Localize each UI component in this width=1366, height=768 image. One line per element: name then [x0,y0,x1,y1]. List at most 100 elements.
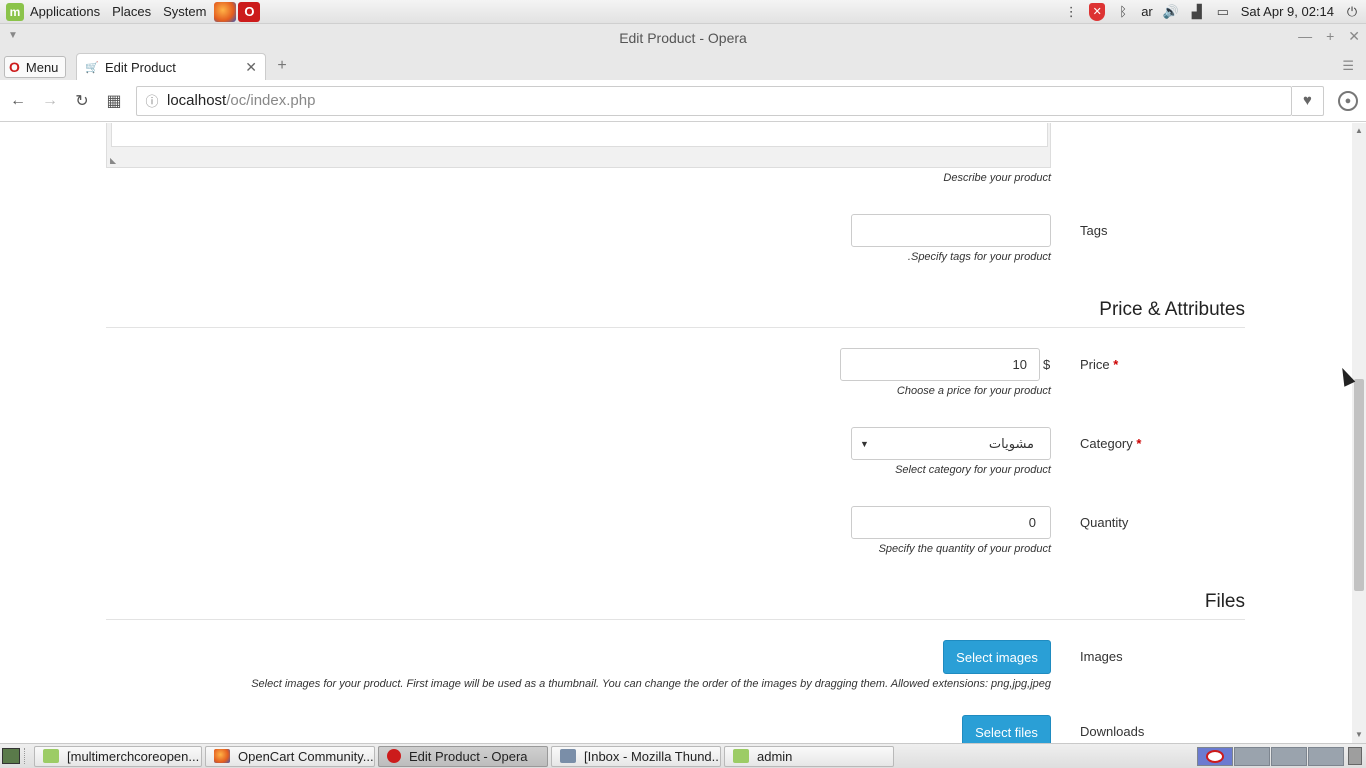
folder-icon [733,749,749,763]
firefox-launcher-icon[interactable] [214,1,237,22]
tab-edit-product[interactable]: 🛒 Edit Product ✕ [76,53,266,80]
scroll-up-icon[interactable]: ▲ [1355,126,1363,135]
task-folder-multimerch[interactable]: [multimerchcoreopen... [34,745,202,767]
power-icon[interactable]: ⏻ [1344,4,1360,20]
keyboard-layout-indicator[interactable]: ar [1141,4,1153,19]
bookmark-heart-icon[interactable]: ♥ [1292,85,1324,116]
bluetooth-icon[interactable]: ᛒ [1115,4,1131,20]
forward-icon[interactable]: → [36,87,64,115]
workspace-4[interactable] [1308,746,1344,766]
security-shield-icon[interactable]: ✕ [1089,2,1106,21]
tab-title: Edit Product [105,59,176,75]
window-title: Edit Product - Opera [619,30,747,46]
price-input[interactable]: 10 [840,348,1040,381]
task-label: [multimerchcoreopen... [67,748,200,764]
description-textarea[interactable] [111,123,1048,147]
chevron-down-icon: ▼ [860,438,869,449]
taskbar: [multimerchcoreopen... OpenCart Communit… [0,743,1366,768]
quantity-help: Specify the quantity of your product [878,543,1051,555]
address-bar[interactable]: ⓘ localhost/oc/index.php [136,85,1292,116]
opera-menu-label: Menu [25,59,59,75]
section-divider [106,327,1245,328]
task-folder-admin[interactable]: admin [724,745,894,767]
task-label: Edit Product - Opera [409,748,528,764]
workspace-3[interactable] [1271,746,1307,766]
opera-logo-icon: O [9,59,20,75]
price-attributes-section-title: Price & Attributes [1099,299,1245,320]
workspace-switcher[interactable] [1196,746,1344,766]
tray-handle-icon: ⋮ [1064,3,1078,19]
trash-icon[interactable] [1348,747,1362,765]
files-section-title: Files [1204,591,1245,612]
speed-dial-grid-icon[interactable]: ▦ [100,87,128,115]
maximize-icon[interactable]: + [1326,28,1334,45]
section-divider [106,619,1245,620]
reload-icon[interactable]: ↻ [68,87,96,115]
category-selected-value: مشويات [988,435,1034,451]
price-help: Choose a price for your product [896,385,1051,397]
images-label: Images [1080,649,1123,664]
site-info-icon[interactable]: ⓘ [137,91,167,110]
currency-symbol: $ [1043,357,1051,372]
close-window-icon[interactable]: ✕ [1348,28,1360,45]
tags-input[interactable] [851,214,1051,247]
minimize-icon[interactable]: — [1298,28,1312,45]
resize-grip-icon[interactable]: ◣ [110,156,116,165]
images-help: Select images for your product. First im… [251,678,1051,690]
browser-toolbar: ← → ↻ ▦ ⓘ localhost/oc/index.php ♥ ● [0,80,1366,122]
back-icon[interactable]: ← [4,87,32,115]
tab-menu-icon[interactable]: ☰ [1342,58,1354,74]
quantity-input[interactable]: 0 [851,506,1051,539]
select-images-button[interactable]: Select images [943,640,1051,674]
price-label: Price * [1080,357,1118,372]
tags-help: .Specify tags for your product [907,251,1051,263]
window-titlebar: ▼ Edit Product - Opera — + ✕ [0,24,1366,52]
scroll-thumb[interactable] [1354,379,1364,591]
url-host: localhost [167,92,227,109]
show-desktop-icon[interactable] [2,748,20,764]
cart-favicon-icon: 🛒 [85,62,99,74]
opera-menu-button[interactable]: O Menu [4,56,66,78]
folder-icon [43,749,59,763]
close-tab-icon[interactable]: ✕ [245,59,257,76]
downloads-label: Downloads [1080,724,1145,739]
workspace-2[interactable] [1234,746,1270,766]
category-select[interactable]: ▼ مشويات [851,427,1051,460]
tab-strip: O Menu 🛒 Edit Product ✕ + ☰ [0,52,1366,80]
taskbar-separator [24,748,30,764]
category-label-text: Category [1080,436,1133,451]
mint-logo-icon: m [6,2,24,21]
places-menu[interactable]: Places [106,0,157,24]
volume-icon[interactable]: 🔊 [1163,4,1179,20]
workspace-1[interactable] [1197,746,1233,766]
page-content: ◣ Describe your product Tags .Specify ta… [0,123,1352,743]
system-tray: ⋮ ✕ ᛒ ar 🔊 ▟ ▭ Sat Apr 9, 02:14 ⏻ [1063,0,1366,24]
clock[interactable]: Sat Apr 9, 02:14 [1241,4,1334,19]
page-scrollbar[interactable]: ▲ ▼ [1352,123,1366,743]
task-firefox-opencart[interactable]: OpenCart Community... [205,745,375,767]
system-menu[interactable]: System [157,0,212,24]
signal-icon[interactable]: ▟ [1189,4,1205,20]
opera-launcher-icon[interactable]: O [238,1,261,22]
applications-menu[interactable]: m Applications [0,0,106,24]
description-editor[interactable]: ◣ [106,123,1051,168]
firefox-icon [214,749,230,763]
battery-icon[interactable]: ▭ [1215,4,1231,20]
select-files-button[interactable]: Select files [962,715,1051,743]
task-label: admin [757,748,793,764]
window-menu-icon[interactable]: ▼ [8,30,18,41]
category-help: Select category for your product [895,464,1051,476]
task-opera-edit-product[interactable]: Edit Product - Opera [378,745,548,767]
new-tab-icon[interactable]: + [274,57,290,74]
opera-icon [387,749,401,763]
tags-label: Tags [1080,223,1108,238]
url-path: /oc/index.php [226,92,316,109]
scroll-down-icon[interactable]: ▼ [1355,730,1363,739]
applications-menu-label: Applications [30,4,101,19]
category-required-mark: * [1136,436,1142,451]
task-thunderbird-inbox[interactable]: [Inbox - Mozilla Thund... [551,745,721,767]
task-label: [Inbox - Mozilla Thund... [584,748,721,764]
profile-icon[interactable]: ● [1338,90,1358,111]
task-label: OpenCart Community... [238,748,374,764]
mail-icon [560,749,576,763]
